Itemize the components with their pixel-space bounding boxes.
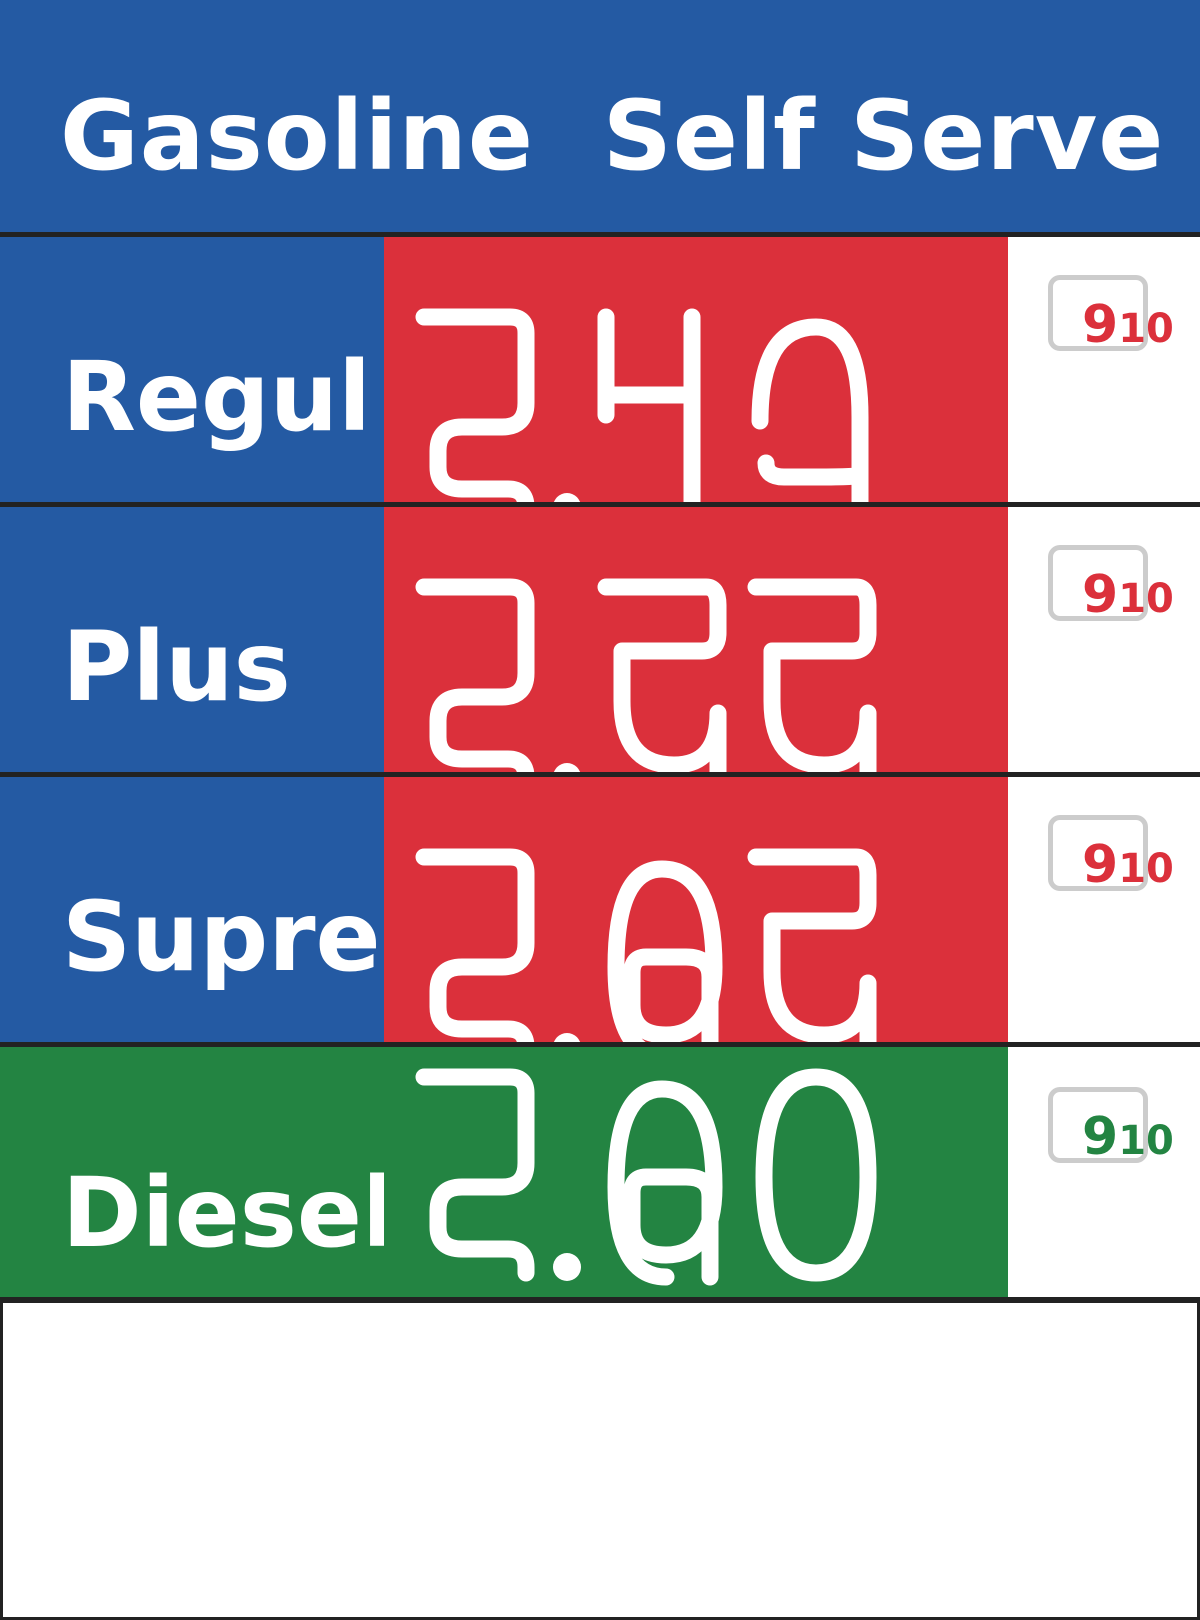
price-digit	[755, 1068, 877, 1282]
fraction-denominator: 10	[1118, 576, 1174, 622]
price-digit	[751, 318, 869, 507]
price-digit	[415, 308, 535, 507]
price-digit	[415, 1068, 535, 1282]
price-digit	[607, 1080, 723, 1286]
fraction-numerator: 9	[1082, 1107, 1119, 1167]
fraction-denominator: 10	[1118, 846, 1174, 892]
sign-header: Gasoline Self Serve	[0, 0, 1200, 232]
price-digits	[415, 578, 877, 777]
price-digits	[415, 1068, 877, 1286]
tenth-panel: 910	[1008, 777, 1198, 1047]
price-digit	[747, 578, 877, 777]
empty-bottom-panel	[0, 1300, 1200, 1620]
price-fraction: 910	[1082, 569, 1174, 621]
price-digits	[415, 308, 869, 507]
tenth-panel: 910	[1008, 237, 1198, 507]
price-digits	[415, 848, 877, 1047]
grade-label-panel: Supre	[0, 777, 384, 1047]
price-panel	[384, 507, 1008, 777]
grade-label: Diesel	[62, 1157, 384, 1269]
price-fraction: 910	[1082, 839, 1174, 891]
grade-label: Supre	[62, 881, 381, 993]
price-digit	[415, 578, 535, 777]
price-digit	[747, 848, 877, 1047]
grade-label-panel: Diesel	[0, 1047, 384, 1297]
grade-label-panel: Regul	[0, 237, 384, 507]
price-digit	[597, 578, 727, 777]
fraction-denominator: 10	[1118, 306, 1174, 352]
price-digit	[415, 848, 535, 1047]
grade-row-diesel: Diesel 910	[0, 1047, 1200, 1297]
grade-label: Plus	[62, 611, 291, 723]
sign-title: Gasoline Self Serve	[60, 80, 1165, 192]
price-panel	[384, 1047, 1008, 1297]
price-digit	[597, 308, 701, 507]
decimal-point	[553, 1253, 581, 1281]
price-digit	[607, 860, 723, 1047]
fraction-denominator: 10	[1118, 1118, 1174, 1164]
tenth-panel: 910	[1008, 1047, 1198, 1297]
fraction-numerator: 9	[1082, 295, 1119, 355]
price-panel	[384, 777, 1008, 1047]
grade-row-regular: Regul 910	[0, 237, 1200, 507]
grade-label-panel: Plus	[0, 507, 384, 777]
price-fraction: 910	[1082, 1111, 1174, 1163]
fuel-price-sign: Gasoline Self Serve Regul 910 Plus 910 S…	[0, 0, 1200, 1620]
grade-row-supreme: Supre 910	[0, 777, 1200, 1047]
price-fraction: 910	[1082, 299, 1174, 351]
fraction-numerator: 9	[1082, 565, 1119, 625]
grade-label: Regul	[62, 341, 371, 453]
fraction-numerator: 9	[1082, 835, 1119, 895]
tenth-panel: 910	[1008, 507, 1198, 777]
price-panel	[384, 237, 1008, 507]
grade-row-plus: Plus 910	[0, 507, 1200, 777]
